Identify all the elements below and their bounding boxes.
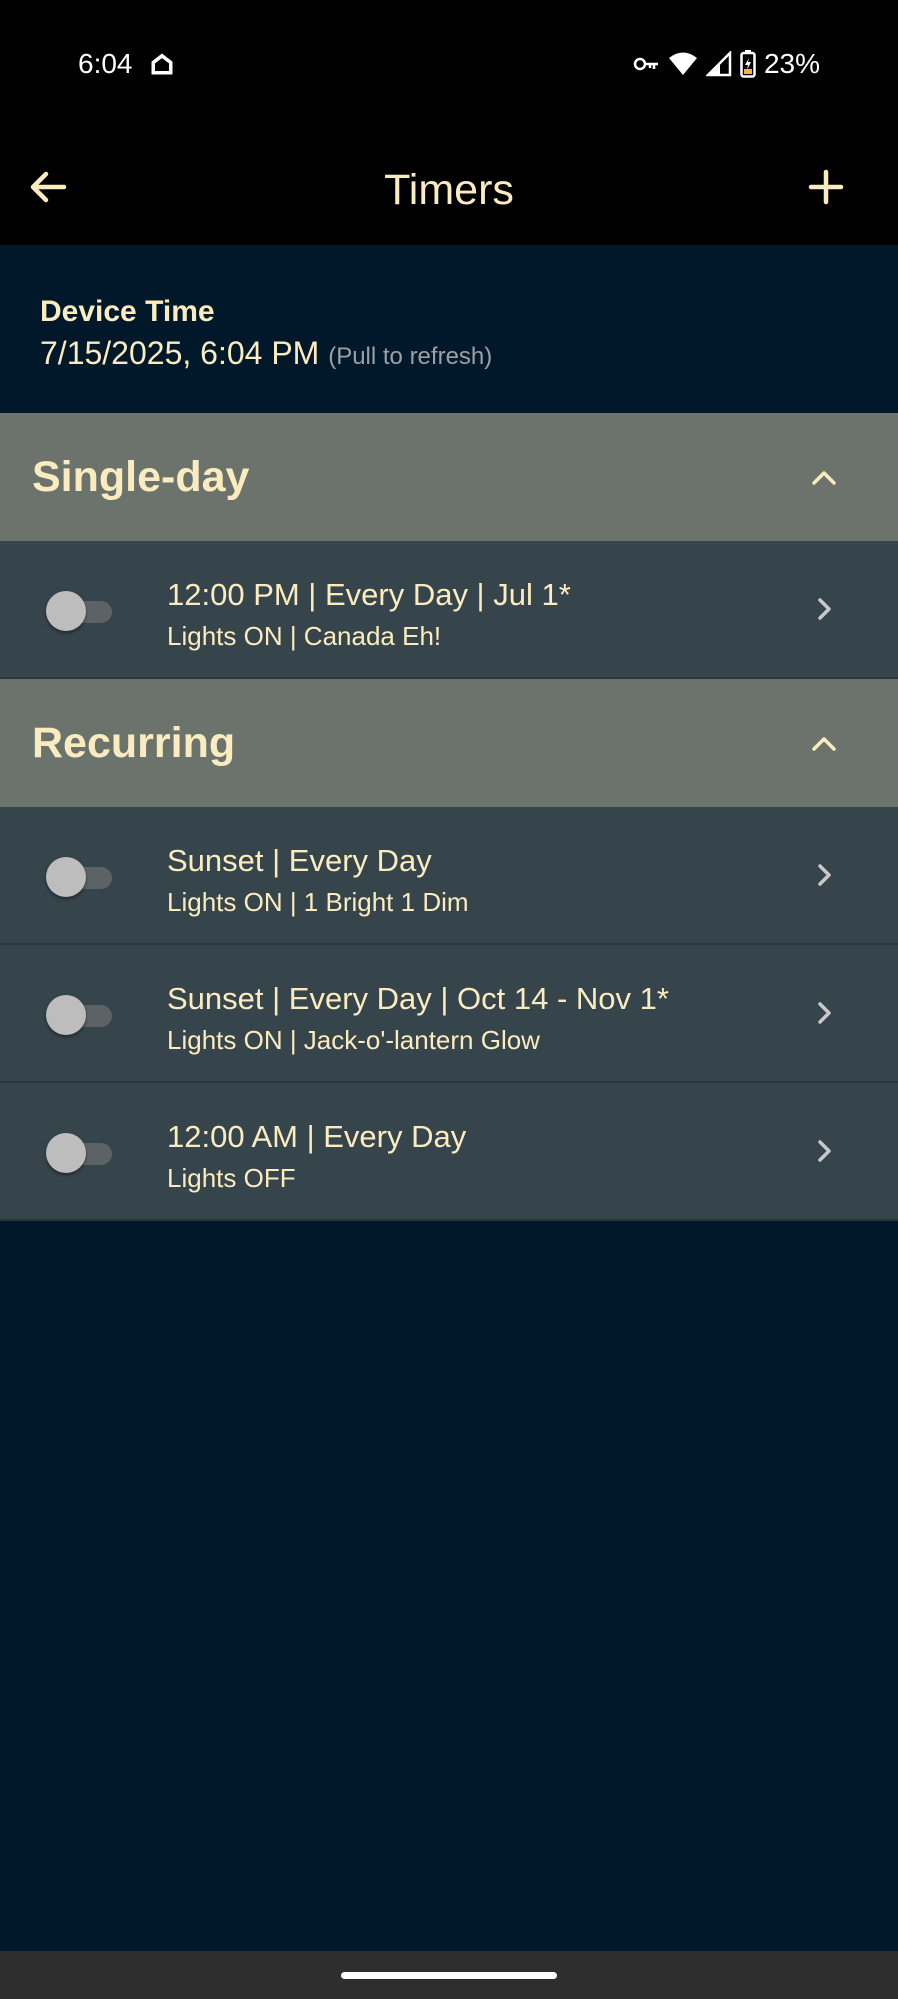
timer-row[interactable]: Sunset | Every Day | Oct 14 - Nov 1* Lig…	[0, 945, 898, 1083]
page-title: Timers	[384, 166, 514, 214]
battery-percent: 23%	[763, 48, 820, 79]
timer-title: Sunset | Every Day	[167, 843, 432, 878]
chevron-right-icon	[818, 1140, 831, 1162]
status-time: 6:04	[78, 48, 133, 79]
timer-subtitle: Lights ON | Jack-o'-lantern Glow	[167, 1025, 540, 1055]
chevron-up-icon[interactable]	[804, 723, 844, 763]
home-gesture-handle[interactable]	[341, 1972, 557, 1979]
toggle-thumb	[46, 591, 86, 631]
section-title: Recurring	[32, 719, 236, 767]
section-header-single-day[interactable]: Single-day	[0, 413, 898, 541]
timer-row[interactable]: 12:00 PM | Every Day | Jul 1* Lights ON …	[0, 541, 898, 679]
timer-title: 12:00 AM | Every Day	[167, 1119, 467, 1154]
timer-row[interactable]: 12:00 AM | Every Day Lights OFF	[0, 1083, 898, 1221]
battery-icon	[740, 50, 756, 78]
plus-icon[interactable]	[802, 163, 850, 211]
status-icons: 23%	[632, 48, 820, 80]
status-bar: 6:04 23%	[0, 0, 898, 130]
app-bar: Timers	[0, 130, 898, 245]
timer-title: 12:00 PM | Every Day | Jul 1*	[167, 577, 571, 612]
timer-toggle[interactable]	[46, 1133, 114, 1173]
device-time-label: Device Time	[40, 295, 215, 328]
device-time-text: 7/15/2025, 6:04 PM	[40, 335, 320, 371]
pull-to-refresh-hint: (Pull to refresh)	[328, 343, 493, 370]
timer-toggle[interactable]	[46, 857, 114, 897]
system-nav-bar	[0, 1951, 898, 1999]
chevron-right-icon	[818, 1002, 831, 1024]
wifi-icon	[668, 52, 697, 75]
section-header-recurring[interactable]: Recurring	[0, 679, 898, 807]
timer-title: Sunset | Every Day | Oct 14 - Nov 1*	[167, 981, 669, 1016]
toggle-thumb	[46, 1133, 86, 1173]
section-title: Single-day	[32, 453, 250, 501]
timer-toggle[interactable]	[46, 591, 114, 631]
timer-toggle[interactable]	[46, 995, 114, 1035]
signal-icon	[705, 51, 732, 77]
chevron-right-icon	[818, 598, 831, 620]
toggle-thumb	[46, 857, 86, 897]
timer-row[interactable]: Sunset | Every Day Lights ON | 1 Bright …	[0, 807, 898, 945]
device-time-panel: Device Time 7/15/2025, 6:04 PM (Pull to …	[0, 245, 898, 413]
timer-subtitle: Lights ON | 1 Bright 1 Dim	[167, 887, 469, 917]
device-time-value: 7/15/2025, 6:04 PM (Pull to refresh)	[40, 335, 492, 372]
toggle-thumb	[46, 995, 86, 1035]
chevron-right-icon	[818, 864, 831, 886]
vpn-key-icon	[633, 57, 658, 71]
timer-subtitle: Lights ON | Canada Eh!	[167, 621, 442, 651]
chevron-up-icon[interactable]	[804, 457, 844, 497]
timer-subtitle: Lights OFF	[167, 1163, 296, 1193]
home-icon	[151, 53, 173, 75]
